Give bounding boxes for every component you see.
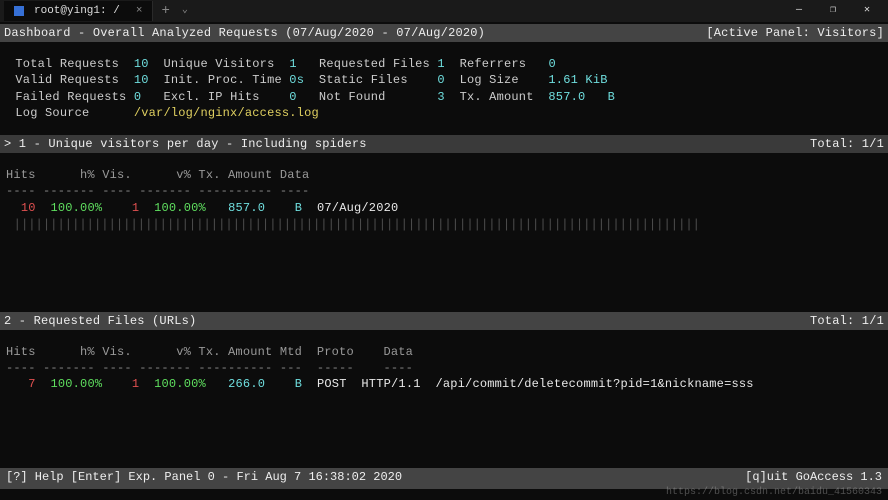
p1-hpct: 100.00% [50, 201, 102, 215]
referrers-value: 0 [548, 57, 555, 71]
requested-files-value: 1 [437, 57, 444, 71]
total-requests-label: Total Requests [15, 57, 119, 71]
panel-2-total: Total: 1/1 [810, 313, 884, 329]
p2-data: /api/commit/deletecommit?pid=1&nickname=… [435, 377, 753, 391]
p1-vis: 1 [132, 201, 139, 215]
static-files-label: Static Files [319, 73, 408, 87]
watermark: https://blog.csdn.net/baidu_41560343 [666, 486, 882, 500]
p1-data: 07/Aug/2020 [317, 201, 398, 215]
referrers-label: Referrers [460, 57, 527, 71]
panel-1-columns: Hits h% Vis. v% Tx. Amount Data [6, 167, 882, 183]
panel-1-divider: ---- ------- ---- ------- ---------- ---… [6, 183, 882, 199]
excl-ip-label: Excl. IP Hits [163, 90, 259, 104]
panel-2-row: 7 100.00% 1 100.00% 266.0 B POST HTTP/1.… [6, 376, 882, 392]
minimize-button[interactable]: — [782, 0, 816, 22]
status-left: [?] Help [Enter] Exp. Panel 0 - Fri Aug … [6, 469, 402, 485]
p1-bar: ||||||||||||||||||||||||||||||||||||||||… [13, 217, 699, 232]
log-size-label: Log Size [460, 73, 519, 87]
tx-amount-value: 857.0 [548, 90, 585, 104]
dashboard-header: Dashboard - Overall Analyzed Requests (0… [0, 24, 888, 42]
unique-visitors-value: 1 [289, 57, 296, 71]
p1-tx: 857.0 [228, 201, 265, 215]
new-tab-button[interactable]: + [153, 2, 177, 21]
valid-requests-value: 10 [134, 73, 149, 87]
panel-1-header[interactable]: > 1 - Unique visitors per day - Includin… [0, 135, 888, 153]
p2-unit: B [295, 377, 302, 391]
failed-requests-value: 0 [134, 90, 141, 104]
dashboard-title: Dashboard - Overall Analyzed Requests (0… [4, 25, 485, 41]
p2-proto: HTTP/1.1 [361, 377, 420, 391]
valid-requests-label: Valid Requests [15, 73, 119, 87]
stats-row-2: Valid Requests 10 Init. Proc. Time 0s St… [6, 72, 882, 88]
panel-1-total: Total: 1/1 [810, 136, 884, 152]
window-controls: — ❐ ✕ [782, 0, 884, 22]
terminal-tab[interactable]: root@ying1: / × [4, 1, 153, 22]
init-proc-label: Init. Proc. Time [163, 73, 281, 87]
panel-1-title: > 1 - Unique visitors per day - Includin… [4, 136, 367, 152]
p1-unit: B [295, 201, 302, 215]
stats-row-4: Log Source /var/log/nginx/access.log [6, 105, 882, 121]
p1-vpct: 100.00% [154, 201, 206, 215]
status-right: [q]uit GoAccess 1.3 [745, 469, 882, 485]
p2-mtd: POST [317, 377, 347, 391]
tab-close-button[interactable]: × [136, 4, 143, 19]
log-source-label: Log Source [15, 106, 89, 120]
tab-dropdown-button[interactable]: ⌄ [178, 4, 192, 18]
panel-2-columns: Hits h% Vis. v% Tx. Amount Mtd Proto Dat… [6, 344, 882, 360]
terminal-content: Dashboard - Overall Analyzed Requests (0… [0, 22, 888, 491]
stats-row-3: Failed Requests 0 Excl. IP Hits 0 Not Fo… [6, 89, 882, 105]
tx-amount-label: Tx. Amount [460, 90, 534, 104]
log-source-value: /var/log/nginx/access.log [134, 106, 319, 120]
powershell-icon [14, 6, 24, 16]
unique-visitors-label: Unique Visitors [163, 57, 274, 71]
p1-hits: 10 [21, 201, 36, 215]
tab-title: root@ying1: / [34, 4, 120, 19]
close-button[interactable]: ✕ [850, 0, 884, 22]
panel-2-header[interactable]: 2 - Requested Files (URLs) Total: 1/1 [0, 312, 888, 330]
log-size-value: 1.61 KiB [548, 73, 607, 87]
static-files-value: 0 [437, 73, 444, 87]
init-proc-value: 0s [289, 73, 304, 87]
status-bar: [?] Help [Enter] Exp. Panel 0 - Fri Aug … [0, 468, 888, 486]
panel-1-row: 10 100.00% 1 100.00% 857.0 B 07/Aug/2020… [6, 200, 882, 232]
p2-vpct: 100.00% [154, 377, 206, 391]
not-found-label: Not Found [319, 90, 386, 104]
stats-row-1: Total Requests 10 Unique Visitors 1 Requ… [6, 56, 882, 72]
requested-files-label: Requested Files [319, 57, 430, 71]
not-found-value: 3 [437, 90, 444, 104]
panel-2-title: 2 - Requested Files (URLs) [4, 313, 196, 329]
total-requests-value: 10 [134, 57, 149, 71]
maximize-button[interactable]: ❐ [816, 0, 850, 22]
tx-amount-unit: B [608, 90, 615, 104]
panel-2-divider: ---- ------- ---- ------- ---------- ---… [6, 360, 882, 376]
window-titlebar: root@ying1: / × + ⌄ — ❐ ✕ [0, 0, 888, 22]
p2-tx: 266.0 [228, 377, 265, 391]
p2-hits: 7 [28, 377, 35, 391]
active-panel-indicator: [Active Panel: Visitors] [706, 25, 884, 41]
excl-ip-value: 0 [289, 90, 296, 104]
p2-vis: 1 [132, 377, 139, 391]
p2-hpct: 100.00% [50, 377, 102, 391]
failed-requests-label: Failed Requests [15, 90, 126, 104]
